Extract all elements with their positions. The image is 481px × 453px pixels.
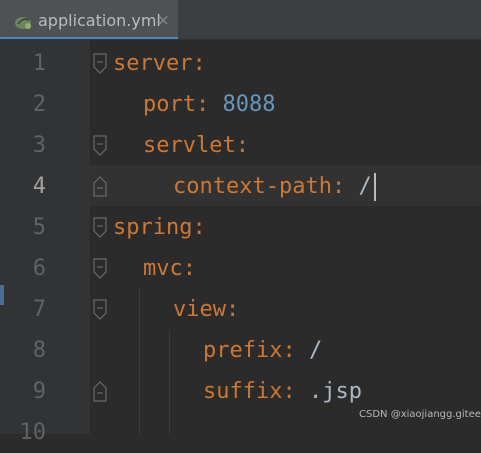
fold-end-icon[interactable] (92, 175, 108, 197)
yaml-colon: : (282, 379, 296, 404)
line-number-current: 4 (32, 174, 46, 199)
fold-start-icon[interactable] (92, 217, 108, 239)
yaml-key: mvc (143, 256, 183, 281)
yaml-key: server (113, 51, 193, 76)
code-line[interactable]: port: 8088 (143, 84, 275, 125)
fold-start-icon[interactable] (92, 53, 108, 75)
line-number: 5 (32, 215, 46, 240)
indent-guide (139, 288, 140, 434)
tab-application-yml[interactable]: application.yml × (0, 0, 178, 40)
yaml-key: suffix (203, 379, 283, 404)
yaml-colon: : (192, 215, 206, 240)
code-line[interactable]: spring: (113, 207, 206, 248)
line-number: 2 (32, 92, 46, 117)
yaml-value: / (345, 174, 372, 199)
code-line-current[interactable]: context-path: / (173, 166, 376, 207)
code-line[interactable]: suffix: .jsp (203, 371, 362, 412)
yaml-key: spring (113, 215, 193, 240)
yaml-colon: : (182, 256, 196, 281)
yaml-value: .jsp (295, 379, 362, 404)
editor-tab-bar: application.yml × (0, 0, 481, 40)
fold-start-icon[interactable] (92, 258, 108, 280)
code-line[interactable]: mvc: (143, 248, 196, 289)
code-line[interactable]: servlet: (143, 125, 249, 166)
code-line[interactable]: view: (173, 289, 239, 330)
yaml-key: servlet (143, 133, 236, 158)
fold-end-icon[interactable] (92, 380, 108, 402)
yaml-colon: : (192, 51, 206, 76)
line-number: 6 (32, 256, 46, 281)
close-icon[interactable]: × (157, 11, 170, 29)
yaml-file-icon (15, 17, 31, 29)
line-number: 9 (32, 379, 46, 404)
yaml-colon: : (282, 338, 296, 363)
code-line[interactable]: server: (113, 43, 206, 84)
indent-guide (169, 330, 170, 434)
watermark: CSDN @xiaojiangg.gitee.io (359, 409, 481, 420)
line-number: 10 (19, 420, 47, 445)
line-number: 3 (32, 133, 46, 158)
yaml-key: view (173, 297, 226, 322)
yaml-key: prefix (203, 338, 283, 363)
tab-title: application.yml (38, 11, 161, 30)
fold-start-icon[interactable] (92, 135, 108, 157)
text-caret (373, 173, 376, 201)
line-number: 8 (32, 338, 46, 363)
yaml-colon: : (225, 297, 240, 322)
line-number: 1 (32, 51, 46, 76)
yaml-value: / (295, 338, 323, 363)
yaml-value: 8088 (209, 92, 276, 117)
yaml-key: context-path (173, 174, 332, 199)
yaml-key: port (143, 92, 196, 117)
yaml-colon: : (331, 174, 346, 199)
line-number: 7 (32, 297, 46, 322)
fold-start-icon[interactable] (92, 299, 108, 321)
yaml-colon: : (195, 92, 210, 117)
yaml-colon: : (235, 133, 249, 158)
code-line[interactable]: prefix: / (203, 330, 322, 371)
